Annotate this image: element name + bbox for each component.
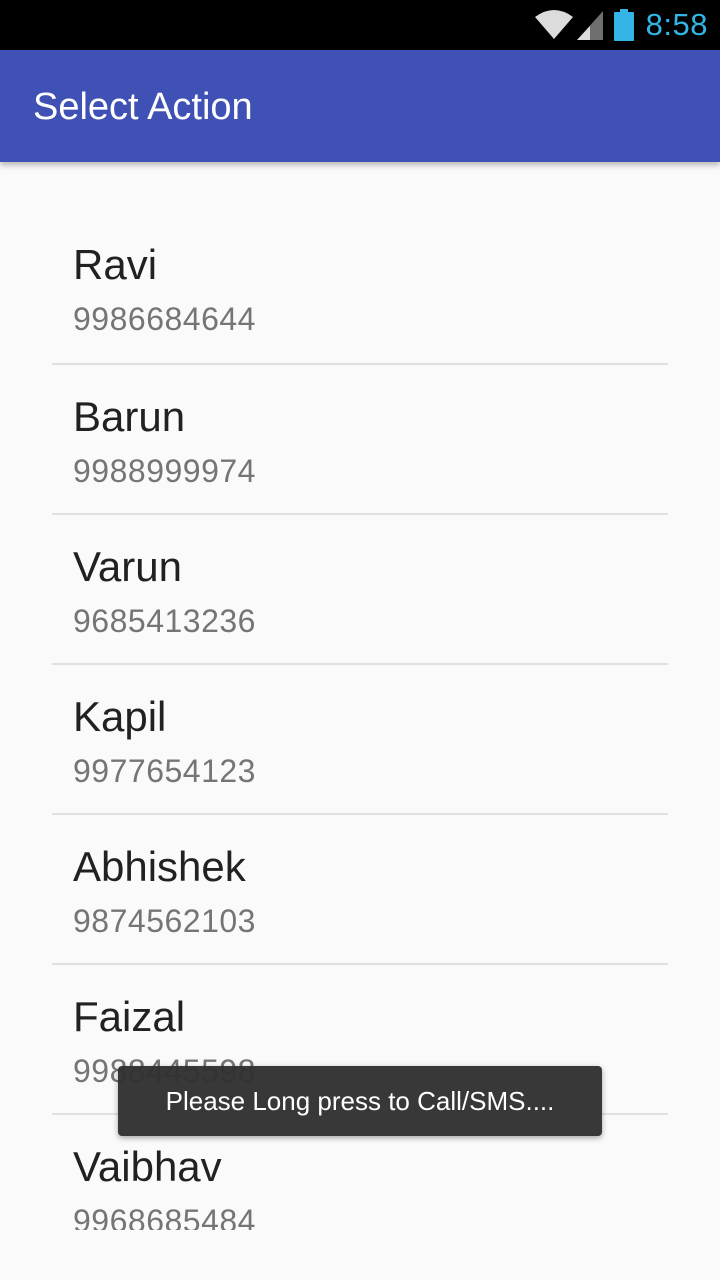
contact-phone: 9685413236: [73, 603, 256, 639]
app-bar: Select Action: [0, 50, 720, 162]
contact-phone: 9986684644: [73, 301, 256, 337]
contact-name: Faizal: [73, 993, 186, 1040]
toast-message: Please Long press to Call/SMS....: [118, 1066, 602, 1136]
list-item[interactable]: Abhishek 9874562103: [52, 813, 668, 963]
contact-name: Ravi: [73, 241, 158, 288]
list-item[interactable]: Kapil 9977654123: [52, 663, 668, 813]
contact-phone: 9874562103: [73, 903, 256, 939]
status-clock: 8:58: [645, 7, 708, 42]
wifi-icon: [534, 9, 574, 41]
contact-name: Varun: [73, 543, 182, 590]
list-item[interactable]: Varun 9685413236: [52, 513, 668, 663]
contact-name: Kapil: [73, 693, 167, 740]
status-icons: 8:58: [534, 0, 708, 50]
list-item[interactable]: Ravi 9986684644: [52, 213, 668, 363]
contact-phone: 9988999974: [73, 453, 256, 489]
contact-name: Abhishek: [73, 843, 246, 890]
cell-signal-icon: [576, 9, 604, 41]
page-title: Select Action: [33, 86, 253, 128]
contact-phone: 9968685484: [73, 1203, 256, 1230]
status-bar: 8:58: [0, 0, 720, 50]
battery-icon: [613, 9, 634, 41]
contact-phone: 9977654123: [73, 753, 256, 789]
list-item[interactable]: Barun 9988999974: [52, 363, 668, 513]
contact-name: Barun: [73, 393, 186, 440]
contact-name: Vaibhav: [73, 1143, 222, 1190]
